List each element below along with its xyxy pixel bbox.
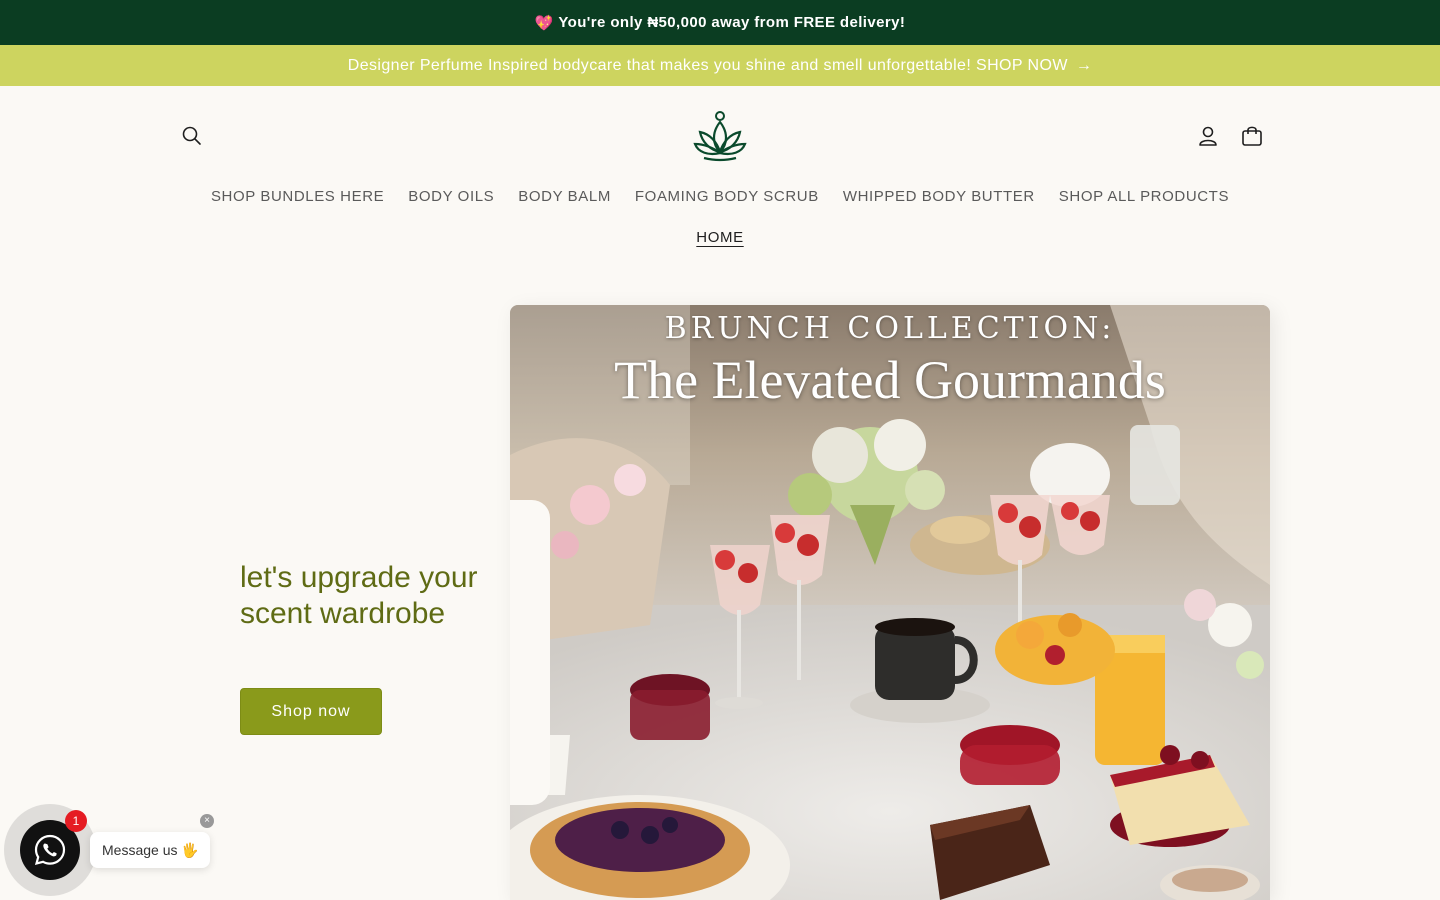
site-header: SHOP BUNDLES HERE BODY OILS BODY BALM FO… [0, 86, 1440, 266]
nav-item-body-oils[interactable]: BODY OILS [396, 182, 506, 211]
nav-item-body-balm[interactable]: BODY BALM [506, 182, 623, 211]
shop-now-button[interactable]: Shop now [240, 688, 382, 735]
search-button[interactable] [172, 116, 212, 156]
nav-item-whipped-body-butter[interactable]: WHIPPED BODY BUTTER [831, 182, 1047, 211]
account-icon [1199, 126, 1217, 146]
announcement-bar: 💖 You're only ₦50,000 away from FREE del… [0, 0, 1440, 45]
nav-item-foaming-body-scrub[interactable]: FOAMING BODY SCRUB [623, 182, 831, 211]
announcement-text: You're only ₦50,000 away from FREE deliv… [558, 14, 906, 31]
search-icon [182, 126, 201, 145]
hero-image-title-line2: The Elevated Gourmands [614, 350, 1166, 410]
whatsapp-message-bubble[interactable]: Message us 🖐 [90, 832, 210, 868]
hero-notch [510, 500, 550, 805]
heart-emoji: 💖 [534, 14, 554, 32]
hero-title: let's upgrade your scent wardrobe [240, 561, 478, 630]
main-nav: SHOP BUNDLES HERE BODY OILS BODY BALM FO… [0, 182, 1440, 211]
secondary-nav: HOME [0, 225, 1440, 250]
nav-item-home[interactable]: HOME [684, 225, 755, 250]
account-button[interactable] [1188, 116, 1228, 156]
hero-text-block: let's upgrade your scent wardrobe [240, 560, 500, 632]
promo-text: Designer Perfume Inspired bodycare that … [347, 56, 1068, 74]
promo-bar-link[interactable]: Designer Perfume Inspired bodycare that … [0, 45, 1440, 86]
hero-image-brunch-collection[interactable]: BRUNCH COLLECTION: The Elevated Gourmand… [510, 305, 1270, 900]
whatsapp-icon [34, 834, 66, 866]
nav-item-shop-bundles[interactable]: SHOP BUNDLES HERE [199, 182, 396, 211]
nav-item-shop-all-products[interactable]: SHOP ALL PRODUCTS [1047, 182, 1241, 211]
close-icon[interactable]: × [200, 814, 214, 828]
arrow-right-icon: → [1075, 56, 1093, 74]
hero-image-title-line1: BRUNCH COLLECTION: [664, 311, 1116, 346]
cart-icon [1242, 126, 1262, 146]
lotus-logo[interactable] [690, 110, 750, 162]
notification-badge: 1 [65, 810, 87, 832]
cart-button[interactable] [1232, 116, 1272, 156]
